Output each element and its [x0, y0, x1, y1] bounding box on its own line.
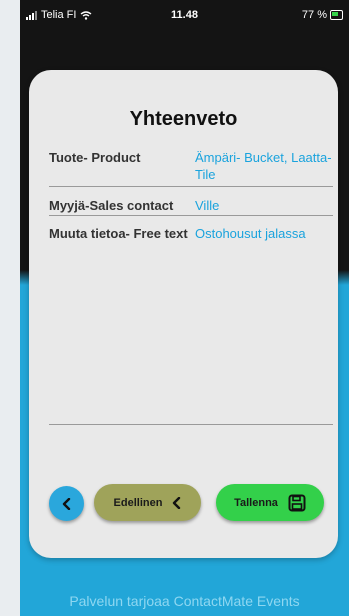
previous-label: Edellinen — [113, 496, 163, 509]
free-text-label: Muuta tietoa- Free text — [49, 226, 188, 241]
divider — [49, 186, 333, 187]
summary-row-free-text: Muuta tietoa- Free text Ostohousut jalas… — [49, 225, 333, 261]
page-title: Yhteenveto — [129, 108, 238, 130]
chevron-left-icon — [173, 496, 181, 509]
status-time: 11.48 — [171, 9, 198, 21]
status-bar: Telia FI 11.48 77 % — [20, 0, 349, 28]
floppy-disk-icon — [288, 494, 306, 511]
save-label: Tallenna — [234, 496, 278, 509]
free-text-value: Ostohousut jalassa — [195, 226, 306, 241]
summary-row-product: Tuote- Product Ämpäri- Bucket, Laatta- T… — [49, 149, 333, 185]
phone-screen: Telia FI 11.48 77 % Yhteenveto Tuote- Pr… — [20, 0, 349, 616]
product-value: Ämpäri- Bucket, Laatta- Tile — [195, 150, 332, 182]
battery-percent: 77 % — [301, 9, 327, 21]
sales-contact-label: Myyjä-Sales contact — [49, 198, 174, 213]
footer-text: Palvelun tarjoaa ContactMate Events — [69, 593, 300, 609]
divider — [49, 215, 333, 216]
chevron-left-icon — [62, 497, 70, 510]
summary-row-sales-contact: Myyjä-Sales contact Ville — [49, 197, 333, 215]
status-right: 77 % — [302, 9, 343, 21]
product-label: Tuote- Product — [49, 150, 141, 165]
save-button[interactable]: Tallenna — [216, 484, 324, 521]
sales-contact-value: Ville — [195, 198, 220, 213]
battery-icon — [330, 10, 343, 20]
previous-button[interactable]: Edellinen — [94, 484, 201, 521]
bottom-divider — [49, 424, 333, 425]
summary-card: Yhteenveto Tuote- Product Ämpäri- Bucket… — [29, 70, 338, 558]
back-button[interactable] — [49, 486, 84, 521]
